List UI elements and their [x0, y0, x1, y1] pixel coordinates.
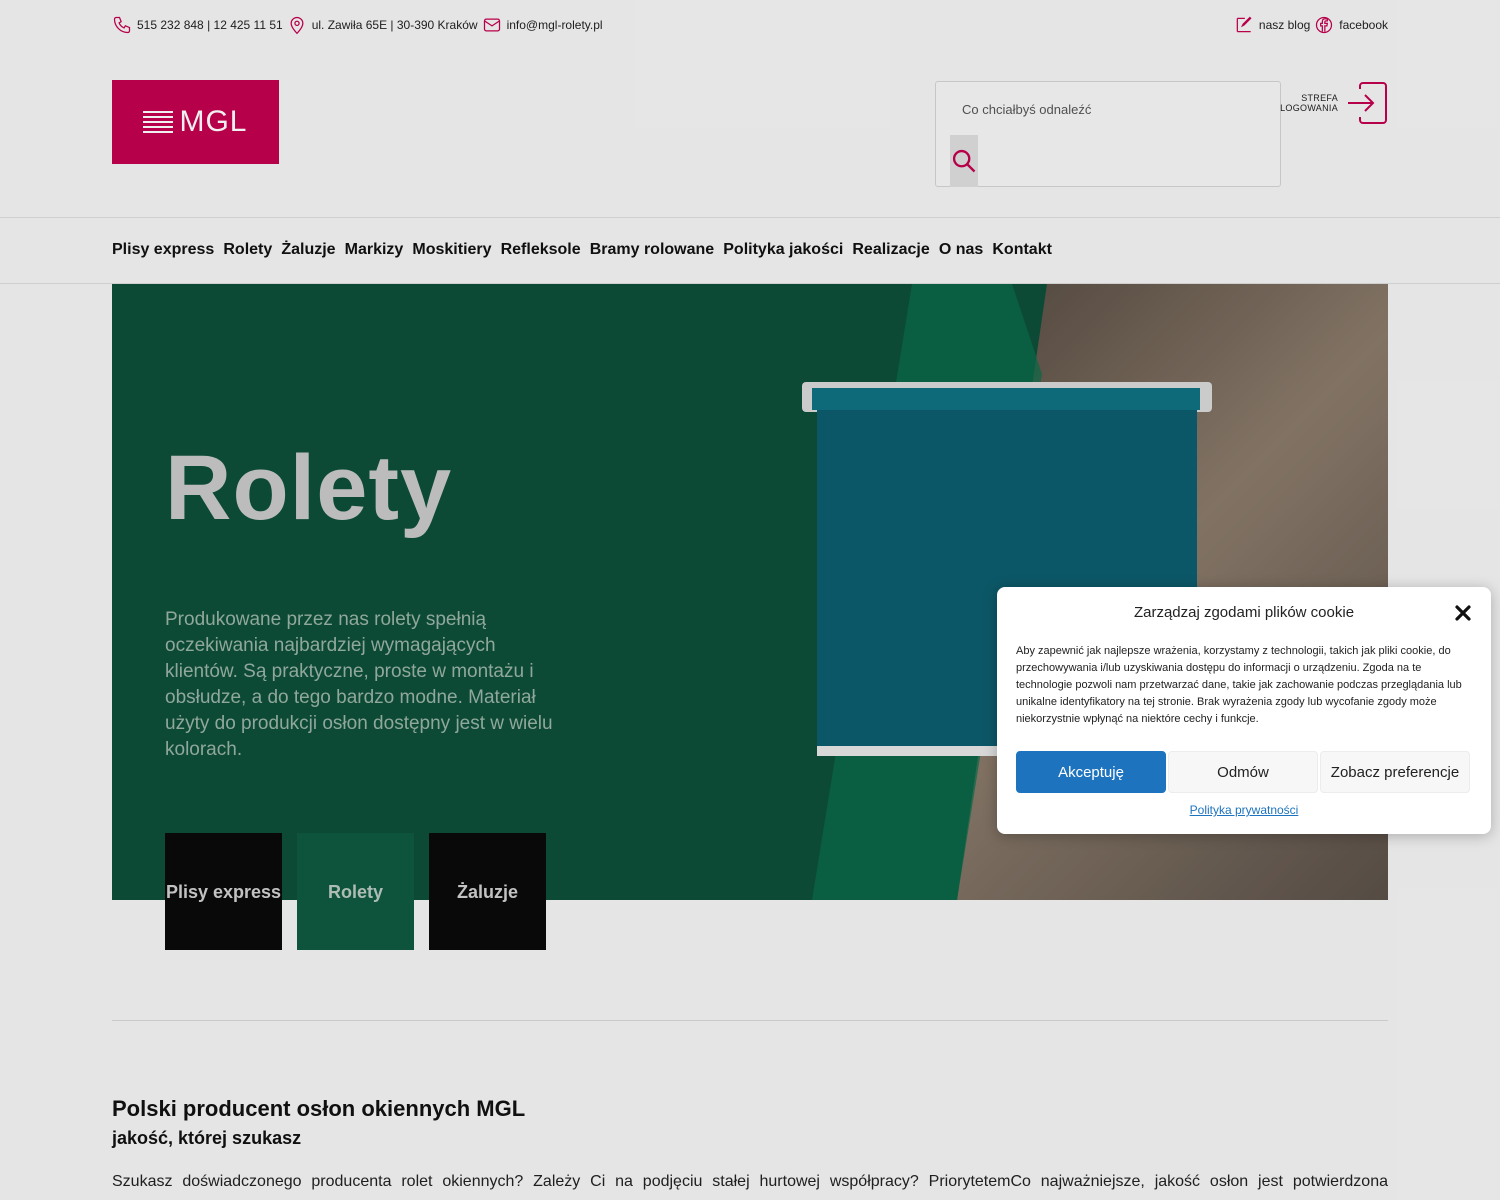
facebook-text: facebook	[1339, 18, 1388, 32]
hero-title: Rolety	[165, 437, 453, 539]
login-label-line1: STREFA	[1301, 93, 1338, 103]
blog-link[interactable]: nasz blog	[1234, 15, 1310, 35]
email-link[interactable]: info@mgl-rolety.pl	[482, 15, 603, 35]
section-paragraph: Szukasz doświadczonego producenta rolet …	[112, 1173, 1388, 1190]
accept-button[interactable]: Akceptuję	[1016, 751, 1166, 793]
nav-item-moskitiery[interactable]: Moskitiery	[412, 241, 491, 259]
contact-info: 515 232 848 | 12 425 11 51 ul. Zawiła 65…	[112, 15, 603, 35]
nav-item-kontakt[interactable]: Kontakt	[992, 241, 1052, 259]
cookie-consent-modal: Zarządzaj zgodami plików cookie Aby zape…	[997, 587, 1491, 834]
cookie-title: Zarządzaj zgodami plików cookie	[1133, 604, 1355, 621]
login-zone-link[interactable]: STREFA LOGOWANIA	[1280, 81, 1388, 125]
social-links: nasz blog facebook	[1234, 15, 1388, 35]
facebook-link[interactable]: facebook	[1314, 15, 1388, 35]
nav-item-zaluzje[interactable]: Żaluzje	[281, 241, 335, 259]
cookie-buttons: Akceptuję Odmów Zobacz preferencje	[1016, 751, 1470, 793]
phone-link[interactable]: 515 232 848 | 12 425 11 51	[112, 15, 283, 35]
address-link[interactable]: ul. Zawiła 65E | 30-390 Kraków	[287, 15, 478, 35]
nav-item-refleksole[interactable]: Refleksole	[501, 241, 581, 259]
blind-roll	[812, 388, 1200, 410]
mail-icon	[483, 18, 500, 32]
main-nav: Plisy express Rolety Żaluzje Markizy Mos…	[112, 218, 1388, 282]
logo-text: MGL	[179, 105, 248, 138]
nav-item-markizy[interactable]: Markizy	[345, 241, 404, 259]
search-box	[935, 81, 1281, 187]
nav-item-realizacje[interactable]: Realizacje	[852, 241, 929, 259]
top-bar: 515 232 848 | 12 425 11 51 ul. Zawiła 65…	[112, 12, 1388, 38]
search-input[interactable]	[950, 94, 1270, 124]
phone-icon	[113, 16, 131, 34]
preferences-button[interactable]: Zobacz preferencje	[1320, 751, 1470, 793]
login-icon	[1348, 82, 1387, 124]
privacy-policy-link[interactable]: Polityka prywatności	[997, 803, 1491, 817]
close-icon[interactable]	[1452, 602, 1474, 624]
nav-item-polityka-jakosci[interactable]: Polityka jakości	[723, 241, 843, 259]
nav-item-o-nas[interactable]: O nas	[939, 241, 983, 259]
facebook-icon	[1316, 16, 1333, 34]
deny-button[interactable]: Odmów	[1168, 751, 1318, 793]
login-label: STREFA LOGOWANIA	[1280, 93, 1338, 113]
search-button[interactable]	[950, 135, 978, 187]
blog-text: nasz blog	[1258, 18, 1311, 32]
logo-lines-icon	[143, 111, 174, 133]
tile-plisy-express[interactable]: Plisy express	[165, 833, 282, 950]
nav-item-rolety[interactable]: Rolety	[223, 241, 272, 259]
section-divider	[112, 1020, 1388, 1021]
site-logo[interactable]: MGL	[112, 80, 279, 164]
phone-text: 515 232 848 | 12 425 11 51	[137, 18, 283, 32]
hero-description: Produkowane przez nas rolety spełnią ocz…	[165, 609, 553, 760]
tile-zaluzje[interactable]: Żaluzje	[429, 833, 546, 950]
category-tiles: Plisy express Rolety Żaluzje	[165, 833, 546, 950]
email-text: info@mgl-rolety.pl	[506, 18, 603, 32]
nav-item-plisy-express[interactable]: Plisy express	[112, 241, 214, 259]
section-subheading: jakość, której szukasz	[112, 1128, 302, 1148]
address-text: ul. Zawiła 65E | 30-390 Kraków	[311, 18, 478, 32]
location-pin-icon	[290, 16, 304, 35]
cookie-body-text: Aby zapewnić jak najlepsze wrażenia, kor…	[1016, 645, 1462, 725]
tile-rolety[interactable]: Rolety	[297, 833, 414, 950]
search-icon	[952, 149, 976, 173]
edit-icon	[1236, 16, 1252, 33]
nav-item-bramy-rolowane[interactable]: Bramy rolowane	[590, 241, 714, 259]
section-heading: Polski producent osłon okiennych MGL	[112, 1096, 526, 1121]
login-label-line2: LOGOWANIA	[1280, 103, 1338, 113]
